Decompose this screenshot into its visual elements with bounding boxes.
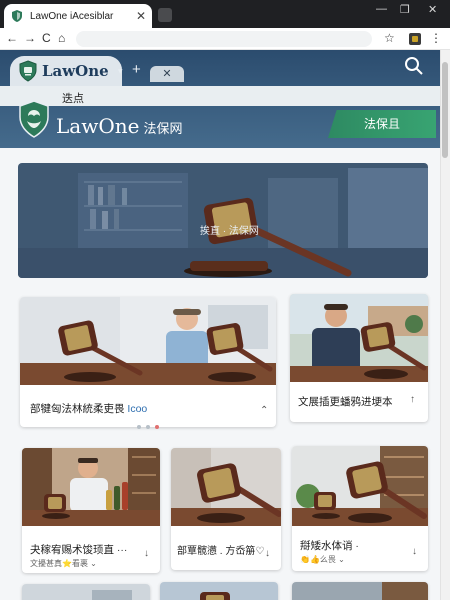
shield-logo-icon: [19, 60, 37, 82]
close-icon[interactable]: ✕: [162, 68, 171, 80]
reload-icon[interactable]: C: [42, 31, 51, 45]
app-tab-lawone[interactable]: LawOne: [10, 56, 122, 86]
hero-caption: 挨直 · 法保网: [200, 226, 259, 237]
article-card[interactable]: [292, 582, 428, 600]
forward-icon[interactable]: →: [24, 31, 36, 45]
article-card[interactable]: [22, 584, 150, 600]
article-card[interactable]: 文展插更蟠鸦进埂本 ↑: [290, 294, 428, 422]
back-icon[interactable]: ←: [6, 31, 18, 45]
carousel-dots[interactable]: [136, 424, 166, 430]
article-card[interactable]: 夬稼宥赐术馂顼直 ··· 文擾甚真⭐看裹 ⌄ ↓: [22, 448, 160, 573]
add-tab-icon[interactable]: +: [132, 61, 141, 78]
card-meta: 文擾甚真⭐看裹 ⌄: [30, 559, 97, 568]
article-card[interactable]: 部犍匈法林統柔吏畏 Icoo ⌃: [20, 297, 276, 427]
sub-navigation-bar: 迭点: [0, 86, 440, 106]
scrollbar-thumb[interactable]: [442, 62, 448, 158]
maximize-icon[interactable]: ❐: [400, 3, 410, 16]
card-title: 夬稼宥赐术馂顼直 ···: [30, 542, 127, 557]
card-title: 搿矮水体诮 ·: [300, 538, 359, 553]
card-title-text: 搿矮水体诮: [300, 540, 353, 552]
card-title: 部覃髋懑 . 方岙笧♡: [177, 546, 265, 557]
new-tab-button[interactable]: [158, 8, 172, 22]
article-image: [292, 582, 428, 600]
arrow-down-icon[interactable]: ↓: [144, 548, 149, 559]
app-tab-label: LawOne: [42, 62, 109, 80]
gavel-lawyer-image: [290, 294, 428, 382]
article-card[interactable]: 搿矮水体诮 · 👏👍么畏 ⌄ ↓: [292, 446, 428, 571]
chevron-up-icon[interactable]: ⌃: [260, 405, 268, 416]
article-card[interactable]: [160, 582, 278, 600]
bookmark-star-icon[interactable]: ☆: [384, 31, 395, 45]
browser-menu-icon[interactable]: ⋮: [430, 31, 442, 45]
browser-tab[interactable]: LawOne iAcesiblar ✕: [4, 4, 152, 28]
brand-title: LawOne 法保网: [56, 114, 182, 138]
card-title-extra: Icoo: [127, 403, 148, 415]
hero-gavel-image: [18, 163, 428, 278]
browser-tab-title: LawOne iAcesiblar: [30, 10, 114, 22]
article-card[interactable]: 部覃髋懑 . 方岙笧♡ ↓: [171, 448, 281, 570]
sub-nav-item[interactable]: 迭点: [62, 90, 84, 106]
gavel-image: [171, 448, 281, 526]
window-close-icon[interactable]: ✕: [428, 3, 437, 16]
card-title: 文展插更蟠鸦进埂本: [298, 396, 393, 408]
arrow-down-icon[interactable]: ↓: [412, 546, 417, 557]
hero-banner[interactable]: [18, 163, 428, 278]
home-icon[interactable]: ⌂: [58, 31, 65, 45]
gavel-lawyer-image: [20, 297, 276, 385]
card-title-text: 部犍匈法林統柔吏畏: [30, 403, 125, 415]
browser-toolbar: ← → C ⌂ ☆ ⋮: [0, 28, 450, 50]
card-title: 部犍匈法林統柔吏畏 Icoo: [30, 401, 147, 416]
brand-name-chinese: 法保网: [143, 122, 183, 137]
brand-shield-icon: [19, 100, 49, 138]
search-icon[interactable]: [404, 56, 424, 76]
more-options-icon[interactable]: ·: [355, 540, 359, 552]
minimize-icon[interactable]: —: [376, 3, 387, 15]
address-bar[interactable]: [76, 31, 372, 47]
cta-button[interactable]: 法保且: [328, 110, 436, 138]
shield-icon: [12, 10, 22, 22]
arrow-up-icon[interactable]: ↑: [410, 394, 415, 405]
article-image: [22, 584, 150, 600]
browser-tab-strip: LawOne iAcesiblar ✕ — ❐ ✕: [0, 0, 450, 28]
more-options-icon[interactable]: ···: [117, 544, 128, 556]
close-tab-icon[interactable]: ✕: [136, 9, 146, 23]
gavel-image: [160, 582, 278, 600]
card-meta: 👏👍么畏 ⌄: [300, 555, 345, 564]
gavel-lawyer-image: [22, 448, 160, 526]
card-title-text: 夬稼宥赐术馂顼直: [30, 544, 114, 556]
extension-icon[interactable]: [408, 32, 422, 46]
site-header: LawOne ▾ + ✕ 迭点 LawOne 法保网 法保且: [0, 50, 440, 148]
arrow-down-icon[interactable]: ↓: [265, 548, 270, 559]
brand-name-latin: LawOne: [56, 114, 140, 138]
app-tab-secondary[interactable]: ✕: [150, 66, 184, 82]
chevron-down-icon[interactable]: ▾: [118, 66, 123, 77]
gavel-image: [292, 446, 428, 526]
